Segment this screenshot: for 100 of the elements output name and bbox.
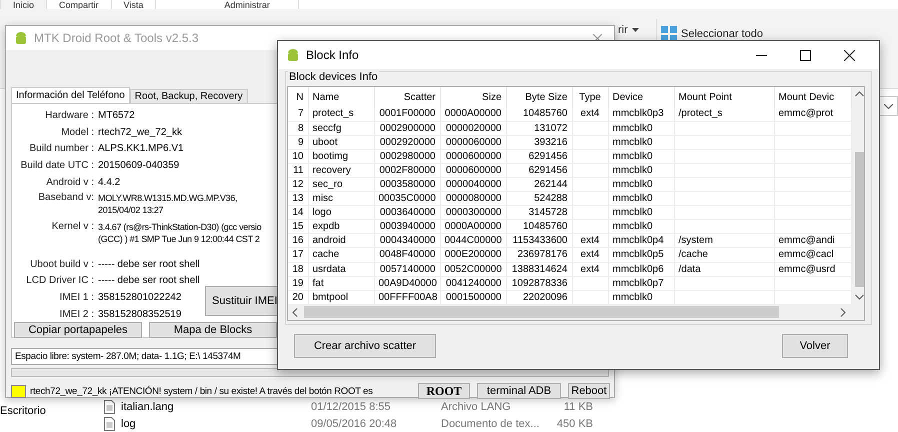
table-cell: 0048F40000 [374, 248, 440, 262]
table-cell: 14 [288, 206, 308, 220]
tab[interactable]: Root, Backup, Recovery [130, 89, 248, 103]
tab[interactable]: Información del Teléfono [11, 87, 130, 103]
column-header[interactable]: Mount Point [674, 87, 774, 107]
horizontal-scrollbar[interactable] [288, 304, 864, 320]
field-label: Build date UTC : [20, 159, 94, 174]
table-cell: mmcblk0 [608, 163, 674, 178]
file-type: Archivo LANG [441, 400, 512, 412]
table-cell: mmcblk0 [608, 149, 674, 164]
column-header[interactable]: Scatter [374, 87, 440, 107]
file-name[interactable]: italian.lang [121, 400, 311, 412]
table-cell: mmcblk0 [608, 135, 674, 150]
ribbon-item[interactable]: rir [618, 24, 628, 36]
table-cell: misc [308, 192, 374, 206]
field-value: 358152801022242 [98, 290, 182, 305]
table-cell: 10 [288, 149, 308, 164]
table-cell: emmc@cacl [774, 248, 851, 262]
field-label: Baseband v: [37, 192, 94, 205]
field-label: Android v : [45, 176, 94, 190]
maximize-icon[interactable] [800, 50, 811, 60]
table-cell: logo [308, 206, 374, 220]
table-cell: 262144 [506, 177, 572, 192]
table-cell: mmcblk0 [608, 206, 674, 220]
table-cell: emmc@andi [774, 234, 851, 248]
table-cell: 0041240000 [440, 276, 506, 290]
table-cell: 0052C00000 [440, 262, 506, 276]
chevron-right-icon[interactable] [840, 308, 846, 316]
table-cell: 0000600000 [440, 149, 506, 164]
file-name[interactable]: log [121, 418, 311, 430]
column-header[interactable]: Size [440, 87, 506, 107]
table-cell: 15 [288, 220, 308, 234]
table-cell: 1092878336 [506, 276, 572, 290]
column-header[interactable]: Mount Devic [774, 87, 851, 107]
dialog-button[interactable]: Crear archivo scatter [294, 334, 436, 358]
action-button[interactable]: ROOT [418, 383, 470, 399]
table-cell: ext4 [572, 107, 608, 122]
table-cell: 0000A00000 [440, 107, 506, 122]
table-cell: recovery [308, 163, 374, 178]
table-cell: 18 [288, 262, 308, 276]
table-cell: 9 [288, 135, 308, 150]
table-cell: mmcblk0p7 [608, 276, 674, 290]
table-cell: 0000080000 [440, 192, 506, 206]
chevron-down-icon [884, 104, 893, 108]
action-button[interactable]: Reboot [568, 383, 610, 399]
chevron-up-icon[interactable] [854, 91, 864, 97]
table-cell: /system [674, 234, 774, 248]
caret-icon [632, 28, 639, 32]
table-cell: 0000060000 [440, 135, 506, 150]
panel-button[interactable]: Mapa de Blocks [149, 322, 277, 338]
table-cell: sec_ro [308, 177, 374, 192]
table-cell: seccfg [308, 121, 374, 136]
vertical-scrollbar[interactable] [852, 87, 864, 304]
table-cell: android [308, 234, 374, 248]
close-icon[interactable] [844, 50, 855, 60]
action-button[interactable]: terminal ADB [477, 383, 561, 399]
column-header[interactable]: Byte Size [506, 87, 572, 107]
android-icon [286, 48, 300, 62]
dropdown-button[interactable] [879, 96, 898, 116]
nav-item[interactable]: Escritorio [0, 405, 46, 417]
column-header[interactable]: Device [608, 87, 674, 107]
document-icon [104, 400, 115, 414]
table-cell: 11 [288, 163, 308, 178]
table-cell: 00035C0000 [374, 192, 440, 206]
replace-imei-button[interactable]: Sustituir IMEI [205, 286, 279, 316]
field-value: ALPS.KK1.MP6.V1 [98, 142, 184, 156]
table-cell: ext4 [572, 262, 608, 276]
table-cell: /data [674, 262, 774, 276]
table-cell: mmcblk0p3 [608, 107, 674, 122]
field-label: Hardware : [44, 109, 94, 123]
table-cell: 0057140000 [374, 262, 440, 276]
table-cell: bootimg [308, 149, 374, 164]
table-cell: 0002920000 [374, 135, 440, 150]
field-value: 2015/04/02 13:27 [98, 204, 164, 216]
table-cell: 8 [288, 121, 308, 136]
field-value: 358152808352519 [98, 308, 182, 322]
window-title: Block Info [306, 48, 359, 62]
table-cell: ext4 [572, 234, 608, 248]
table-cell: mmcblk0p6 [608, 262, 674, 276]
field-value: 3.4.67 (rs@rs-ThinkStation-D30) (gcc versio [98, 220, 262, 233]
column-header[interactable]: N [288, 87, 308, 107]
panel-button[interactable]: Copiar portapapeles [14, 322, 142, 338]
table-cell: 0003940000 [374, 220, 440, 234]
table-cell: emmc@prot [774, 107, 851, 122]
table-cell: 0001F00000 [374, 107, 440, 122]
table-cell: 0000600000 [440, 163, 506, 178]
table-cell: 393216 [506, 135, 572, 150]
field-value: MOLY.WR8.W1315.MD.WG.MP.V36, [98, 192, 238, 204]
column-header[interactable]: Type [572, 87, 608, 107]
column-header[interactable]: Name [308, 87, 374, 107]
table-cell: 3145728 [506, 206, 572, 220]
ribbon-tab[interactable]: Inicio [0, 0, 48, 10]
table-cell: 00A9D40000 [374, 276, 440, 290]
chevron-left-icon[interactable] [292, 308, 298, 316]
chevron-down-icon[interactable] [854, 294, 864, 300]
table-cell: cache [308, 248, 374, 262]
field-value: ----- debe ser root shell [98, 258, 200, 272]
table-cell: 1153433600 [506, 234, 572, 248]
table-cell: 16 [288, 234, 308, 248]
dialog-button[interactable]: Volver [782, 334, 848, 358]
